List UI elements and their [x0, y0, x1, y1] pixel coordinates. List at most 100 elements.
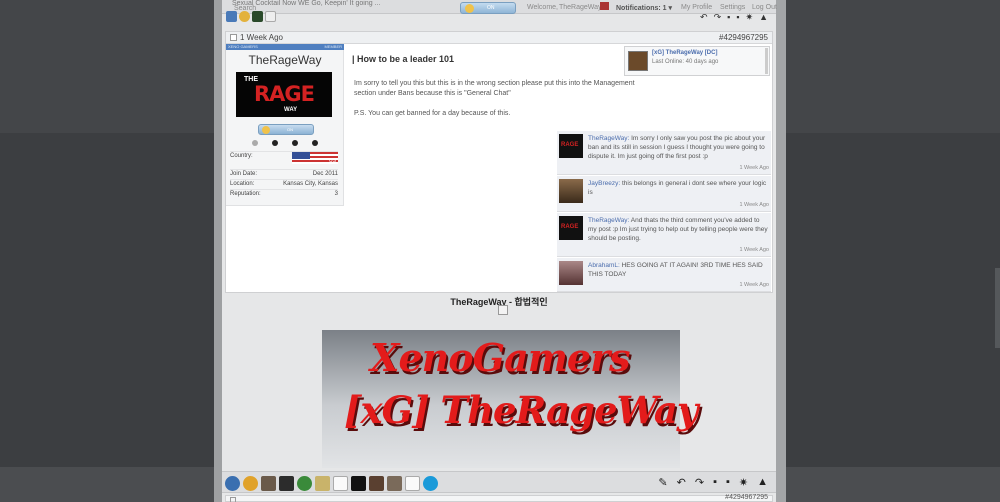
commenter-name[interactable]: TheRageWay:: [588, 135, 629, 142]
comment-text: TheRageWay: Im sorry I only saw you post…: [588, 134, 768, 161]
left-border: [214, 0, 222, 502]
comment-time: 1 Week Ago: [739, 165, 769, 171]
post-body-paragraph: Im sorry to tell you this but this is in…: [354, 80, 635, 97]
commenter-avatar[interactable]: [559, 179, 583, 203]
notifications-link[interactable]: Notifications: 1 ▾: [616, 4, 672, 12]
comment-item: TheRageWay: And thats the third comment …: [557, 213, 771, 257]
game-icon[interactable]: [297, 476, 312, 491]
post-header: 1 Week Ago #4294967295: [226, 32, 772, 44]
comment-item: TheRageWay: Im sorry I only saw you post…: [557, 131, 771, 175]
comment-time: 1 Week Ago: [739, 282, 769, 288]
rank-dots: [252, 140, 318, 146]
signature-banner-image: XenoGamers [xG] TheRageWay: [322, 330, 698, 468]
mini-profile-name[interactable]: [xG] TheRageWay [DC]: [652, 50, 717, 56]
avatar-text-rage: RAGE: [254, 82, 315, 106]
globe-icon[interactable]: [225, 476, 240, 491]
mini-profile-scrollbar[interactable]: [765, 48, 768, 74]
online-status-button[interactable]: ON: [460, 2, 516, 14]
settings-link[interactable]: Settings: [720, 4, 745, 11]
comment-icon[interactable]: ▪: [713, 476, 717, 489]
friend-avatar-icon[interactable]: [279, 476, 294, 491]
post-body-paragraph: P.S. You can get banned for a day becaus…: [354, 110, 511, 117]
comment-add-icon[interactable]: ▪: [736, 12, 739, 23]
commenter-avatar[interactable]: [559, 216, 583, 240]
warning-icon[interactable]: ▲: [759, 12, 768, 23]
avatar-text-way: WAY: [284, 107, 298, 113]
comment-item: JayBreezy: this belongs in general i don…: [557, 176, 771, 212]
country-code: US: [329, 158, 336, 164]
comment-time: 1 Week Ago: [739, 202, 769, 208]
join-date-value: Dec 2011: [312, 171, 338, 177]
reputation-row: Reputation: 3: [230, 189, 338, 199]
comment-item: AbrahamL: HES GOING AT IT AGAIN! 3RD TIM…: [557, 258, 771, 292]
home-icon[interactable]: [226, 11, 237, 22]
author-username[interactable]: TheRageWay: [226, 53, 344, 67]
quick-links-top: [226, 11, 276, 23]
browser-icon[interactable]: [243, 476, 258, 491]
smiley-icon: [262, 126, 270, 134]
location-label: Location:: [230, 181, 255, 187]
page-scrollbar[interactable]: [995, 268, 1000, 348]
location-value: Kansas City, Kansas: [283, 181, 338, 187]
comment-text: TheRageWay: And thats the third comment …: [588, 216, 768, 243]
app-icon[interactable]: [315, 476, 330, 491]
select-post-checkbox[interactable]: [230, 497, 236, 502]
rage-avatar-icon[interactable]: [351, 476, 366, 491]
blank-icon[interactable]: [265, 11, 276, 22]
select-post-checkbox[interactable]: [230, 34, 237, 41]
undo-icon[interactable]: ↶: [677, 476, 686, 489]
next-post-id-link[interactable]: #4294967295: [725, 494, 768, 501]
redo-icon[interactable]: ↷: [695, 476, 704, 489]
user-card: XENO GAMERS MEMBER TheRageWay THE RAGE W…: [226, 44, 344, 206]
post-id-link[interactable]: #4294967295: [719, 33, 768, 42]
log-out-link[interactable]: Log Out: [752, 4, 777, 11]
signature-banner-line2: [xG] TheRageWay: [344, 388, 698, 432]
forum-post: 1 Week Ago #4294967295 XENO GAMERS MEMBE…: [225, 31, 773, 315]
online-status-label: ON: [487, 5, 495, 11]
friend-avatar-icon[interactable]: [369, 476, 384, 491]
rank-banner: XENO GAMERS MEMBER: [226, 44, 344, 50]
blank-icon[interactable]: [333, 476, 348, 491]
comment-time: 1 Week Ago: [739, 247, 769, 253]
friend-avatar-icon[interactable]: [387, 476, 402, 491]
star-icon[interactable]: ✷: [746, 12, 754, 23]
rank-dot: [272, 140, 278, 146]
commenter-avatar[interactable]: [559, 261, 583, 285]
welcome-username-link[interactable]: TheRageWay: [559, 4, 602, 11]
comment-add-icon[interactable]: ▪: [726, 476, 730, 489]
quick-links-bottom: [225, 476, 438, 491]
user-avatar[interactable]: [600, 2, 609, 10]
friend-avatar-icon[interactable]: [261, 476, 276, 491]
mini-profile-last-online: Last Online: 40 days ago: [652, 59, 719, 65]
rank-banner-right: MEMBER: [324, 44, 342, 49]
smiley-icon: [465, 4, 474, 13]
browser-icon[interactable]: [239, 11, 250, 22]
pencil-icon[interactable]: ✎: [658, 476, 667, 489]
us-flag-icon: US: [292, 152, 338, 164]
game-icon[interactable]: [252, 11, 263, 22]
bottom-toolbar: ✎ ↶ ↷ ▪ ▪ ✷ ▲: [222, 471, 776, 493]
reputation-label: Reputation:: [230, 191, 261, 197]
broken-image-icon: [498, 305, 508, 315]
rank-banner-left: XENO GAMERS: [228, 44, 258, 49]
commenter-avatar[interactable]: [559, 134, 583, 158]
undo-icon[interactable]: ↶: [700, 12, 708, 23]
author-avatar[interactable]: THE RAGE WAY: [236, 72, 332, 117]
mini-profile-card[interactable]: [xG] TheRageWay [DC] Last Online: 40 day…: [624, 46, 770, 76]
commenter-name[interactable]: AbrahamL:: [588, 262, 620, 269]
commenter-name[interactable]: TheRageWay:: [588, 217, 629, 224]
star-icon[interactable]: ✷: [739, 476, 748, 489]
comment-icon[interactable]: ▪: [727, 12, 730, 23]
skype-icon[interactable]: [423, 476, 438, 491]
redo-icon[interactable]: ↷: [714, 12, 722, 23]
my-profile-link[interactable]: My Profile: [681, 4, 712, 11]
signature-banner-line1: XenoGamers: [370, 335, 631, 380]
rank-dot: [312, 140, 318, 146]
location-row: Location: Kansas City, Kansas: [230, 179, 338, 189]
commenter-name[interactable]: JayBreezy:: [588, 180, 620, 187]
content-column: Sexual Cocktail Now WE Go, Keepin' It go…: [222, 0, 777, 502]
join-date-row: Join Date: Dec 2011: [230, 169, 338, 179]
warning-icon[interactable]: ▲: [757, 476, 768, 489]
author-status-button[interactable]: ON: [258, 124, 314, 135]
blank-icon[interactable]: [405, 476, 420, 491]
